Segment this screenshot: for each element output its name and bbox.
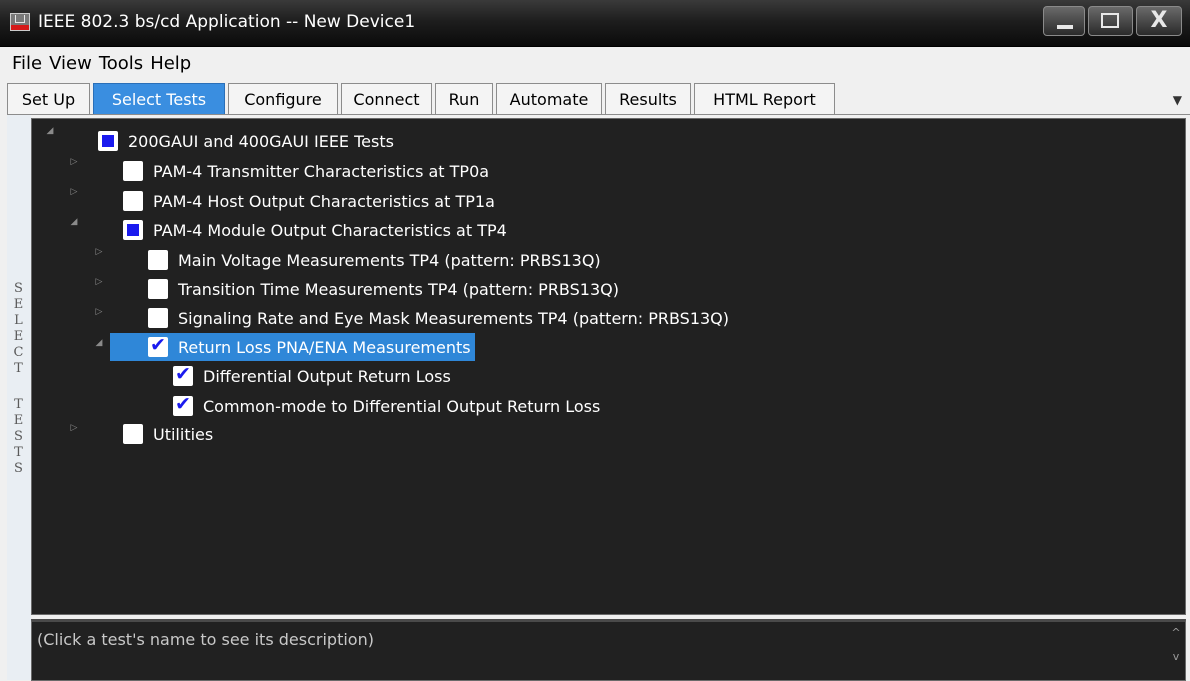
checkmark-icon: ✔ <box>175 363 191 385</box>
checkmark-icon: ✔ <box>150 334 166 356</box>
tab-html-report[interactable]: HTML Report <box>694 83 835 115</box>
menu-tools[interactable]: Tools <box>99 49 143 74</box>
tree-item-utilities[interactable]: Utilities <box>123 420 213 448</box>
checkbox-checked[interactable]: ✔ <box>173 393 193 416</box>
tree-item-return-loss[interactable]: ✔ Return Loss PNA/ENA Measurements <box>110 333 475 361</box>
test-tree: ◢ 200GAUI and 400GAUI IEEE Tests ▷ PAM-4… <box>31 118 1186 615</box>
description-text: (Click a test's name to see its descript… <box>37 630 374 649</box>
collapsed-triangle-icon[interactable]: ▷ <box>93 247 105 257</box>
checkbox[interactable] <box>123 161 143 181</box>
tree-item-label: 200GAUI and 400GAUI IEEE Tests <box>128 131 394 151</box>
side-label-text: SELECT TESTS <box>13 281 25 476</box>
window-title: IEEE 802.3 bs/cd Application -- New Devi… <box>38 12 416 32</box>
checkbox[interactable] <box>148 250 168 270</box>
checkbox-checked[interactable]: ✔ <box>148 334 168 357</box>
checkbox-partial[interactable] <box>98 131 118 151</box>
app-icon[interactable] <box>10 13 30 31</box>
title-bar: IEEE 802.3 bs/cd Application -- New Devi… <box>0 0 1190 47</box>
close-icon: X <box>1150 8 1168 33</box>
maximize-button[interactable] <box>1088 6 1133 36</box>
tab-overflow-icon[interactable]: ▼ <box>1173 93 1182 107</box>
collapsed-triangle-icon[interactable]: ▷ <box>68 423 80 433</box>
side-label: SELECT TESTS <box>7 115 31 680</box>
tree-item-root[interactable]: 200GAUI and 400GAUI IEEE Tests <box>98 127 394 155</box>
tree-item-label: Main Voltage Measurements TP4 (pattern: … <box>178 250 601 270</box>
menu-help[interactable]: Help <box>150 49 191 74</box>
tab-automate[interactable]: Automate <box>496 83 602 115</box>
tree-item-label: Differential Output Return Loss <box>203 366 451 386</box>
collapsed-triangle-icon[interactable]: ▷ <box>93 307 105 317</box>
checkbox-partial[interactable] <box>123 220 143 240</box>
collapsed-triangle-icon[interactable]: ▷ <box>68 157 80 167</box>
tree-item-common-mode-rl[interactable]: ✔ Common-mode to Differential Output Ret… <box>173 392 600 420</box>
expanded-triangle-icon[interactable]: ◢ <box>44 126 56 136</box>
scroll-up-icon[interactable]: ^ <box>1167 626 1185 639</box>
tree-item-label: Transition Time Measurements TP4 (patter… <box>178 279 619 299</box>
tree-item-label: Utilities <box>153 424 214 444</box>
tab-select-tests[interactable]: Select Tests <box>93 83 225 115</box>
checkbox[interactable] <box>123 191 143 211</box>
expanded-triangle-icon[interactable]: ◢ <box>68 217 80 227</box>
tab-run[interactable]: Run <box>435 83 493 115</box>
tab-results[interactable]: Results <box>605 83 691 115</box>
maximize-icon <box>1101 13 1119 28</box>
tree-item-main-voltage[interactable]: Main Voltage Measurements TP4 (pattern: … <box>148 246 601 274</box>
tab-connect[interactable]: Connect <box>341 83 432 115</box>
tab-set-up[interactable]: Set Up <box>7 83 90 115</box>
collapsed-triangle-icon[interactable]: ▷ <box>93 277 105 287</box>
minimize-icon <box>1057 25 1073 29</box>
description-panel: (Click a test's name to see its descript… <box>31 619 1186 681</box>
close-button[interactable]: X <box>1136 6 1182 36</box>
tree-item-label: Common-mode to Differential Output Retur… <box>203 396 601 416</box>
tree-item-signaling-rate[interactable]: Signaling Rate and Eye Mask Measurements… <box>148 304 729 332</box>
checkbox[interactable] <box>123 424 143 444</box>
checkbox[interactable] <box>148 308 168 328</box>
menu-view[interactable]: View <box>49 49 92 74</box>
tab-configure[interactable]: Configure <box>228 83 338 115</box>
tab-bar: Set Up Select Tests Configure Connect Ru… <box>7 83 1190 115</box>
collapsed-triangle-icon[interactable]: ▷ <box>68 187 80 197</box>
checkmark-icon: ✔ <box>175 393 191 415</box>
menu-bar: File View Tools Help <box>0 49 1190 79</box>
checkbox-checked[interactable]: ✔ <box>173 363 193 386</box>
expanded-triangle-icon[interactable]: ◢ <box>93 338 105 348</box>
tree-item-label: Signaling Rate and Eye Mask Measurements… <box>178 308 730 328</box>
tree-item-tp0a[interactable]: PAM-4 Transmitter Characteristics at TP0… <box>123 157 489 185</box>
tree-item-differential-rl[interactable]: ✔ Differential Output Return Loss <box>173 362 451 390</box>
minimize-button[interactable] <box>1043 6 1085 36</box>
tree-item-tp4[interactable]: PAM-4 Module Output Characteristics at T… <box>123 216 507 244</box>
menu-file[interactable]: File <box>12 49 42 74</box>
description-scrollbar[interactable]: ^ v <box>1167 622 1185 680</box>
checkbox[interactable] <box>148 279 168 299</box>
select-tests-panel: SELECT TESTS ◢ 200GAUI and 400GAUI IEEE … <box>7 114 1190 681</box>
tree-item-tp1a[interactable]: PAM-4 Host Output Characteristics at TP1… <box>123 187 495 215</box>
scroll-down-icon[interactable]: v <box>1167 650 1185 663</box>
tree-item-label: PAM-4 Transmitter Characteristics at TP0… <box>153 161 490 181</box>
tree-item-transition-time[interactable]: Transition Time Measurements TP4 (patter… <box>148 275 619 303</box>
tree-item-label: Return Loss PNA/ENA Measurements <box>178 337 471 357</box>
tree-item-label: PAM-4 Module Output Characteristics at T… <box>153 220 507 240</box>
tree-item-label: PAM-4 Host Output Characteristics at TP1… <box>153 191 495 211</box>
